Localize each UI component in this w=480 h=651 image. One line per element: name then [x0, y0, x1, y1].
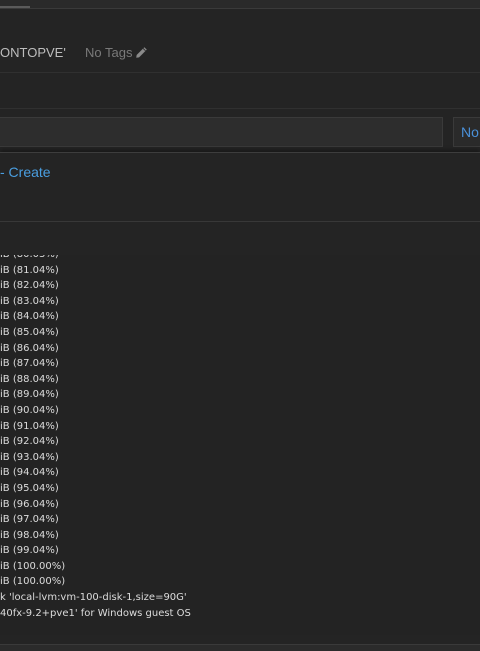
task-log-lines: iB (80.03%)iB (81.04%) iB (82.04%) iB (83.…	[0, 255, 480, 621]
log-line: iB (88.04%)	[0, 373, 59, 385]
vm-header: ONTOPVE' No Tags	[0, 30, 480, 73]
log-line: iB (83.04%)	[0, 295, 59, 307]
log-line: iB (94.04%)	[0, 467, 59, 479]
log-line: iB (98.04%)	[0, 529, 59, 541]
log-line: iB (86.04%)	[0, 342, 59, 354]
log-line: iB (92.04%)	[0, 436, 59, 448]
log-line: iB (84.04%)	[0, 311, 59, 323]
dialog-toolbar	[0, 221, 480, 256]
log-line: iB (95.04%)	[0, 482, 59, 494]
header-toolbar-band	[0, 72, 480, 109]
log-line: iB (100.00%)	[0, 576, 66, 588]
log-line: iB (87.04%)	[0, 358, 59, 370]
dialog-tab-bar	[0, 190, 480, 222]
log-line: iB (99.04%)	[0, 545, 59, 557]
log-line: iB (80.03%)	[0, 255, 480, 263]
vm-title: ONTOPVE'	[0, 45, 66, 60]
log-line: iB (91.04%)	[0, 420, 59, 432]
log-line: k 'local-lvm:vm-100-disk-1,size=90G'	[0, 592, 187, 604]
task-log-output[interactable]: iB (80.03%)iB (81.04%) iB (82.04%) iB (83.…	[0, 255, 480, 635]
task-viewer-dialog: - Create iB (80.03%)iB (81.04%) iB (82.04…	[0, 152, 480, 645]
log-line: iB (90.04%)	[0, 404, 59, 416]
no-button[interactable]: No	[453, 117, 480, 147]
log-line: iB (82.04%)	[0, 280, 59, 292]
pencil-icon[interactable]	[135, 46, 148, 59]
dialog-title: - Create	[0, 164, 51, 180]
log-line: iB (100.00%)	[0, 560, 66, 572]
tags-editor[interactable]: No Tags	[85, 45, 148, 60]
search-input[interactable]	[0, 117, 443, 147]
log-line: iB (89.04%)	[0, 389, 59, 401]
log-line: iB (93.04%)	[0, 451, 59, 463]
log-line: iB (81.04%)	[0, 264, 59, 276]
log-line: iB (96.04%)	[0, 498, 59, 510]
top-bar	[0, 0, 480, 9]
log-line: iB (85.04%)	[0, 326, 59, 338]
tags-label: No Tags	[85, 45, 133, 60]
log-line: 40fx-9.2+pve1' for Windows guest OS	[0, 607, 191, 619]
toolbar: No	[0, 116, 480, 152]
top-bar-tab-indicator	[0, 6, 30, 8]
log-line: iB (97.04%)	[0, 514, 59, 526]
